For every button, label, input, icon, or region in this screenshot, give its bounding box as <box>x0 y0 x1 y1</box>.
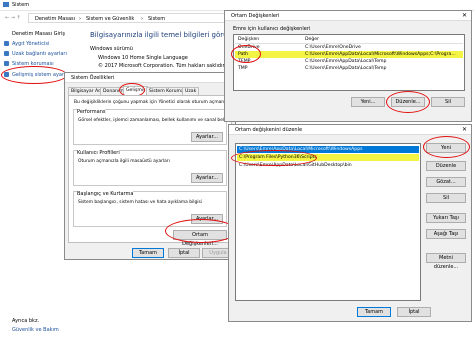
delete-entry-button[interactable]: Sil <box>426 193 466 203</box>
variable-name: TMP <box>238 66 248 71</box>
path-entry: C:\Users\Emre\AppData\Local\Microsoft\Wi… <box>239 147 363 152</box>
sidebar-item-remote-settings[interactable]: Uzak bağlantı ayarları <box>12 51 67 57</box>
new-variable-button[interactable]: Yeni... <box>351 97 385 107</box>
system-window-title: Sistem <box>12 2 30 8</box>
move-down-button[interactable]: Aşağı Taşı <box>426 229 466 239</box>
close-icon[interactable]: ✕ <box>462 11 467 21</box>
user-profiles-title: Kullanıcı Profilleri <box>77 150 120 156</box>
back-arrow-icon[interactable]: ← → ↑ <box>5 15 21 21</box>
variable-name: Path <box>238 52 249 57</box>
cancel-button[interactable]: İptal <box>397 307 431 317</box>
startup-recovery-group: Başlangıç ve Kurtarma Sistem başlangıcı,… <box>73 191 227 227</box>
environment-variables-button[interactable]: Ortam Değişkenleri... <box>173 230 227 247</box>
list-item[interactable]: C:\Users\Emre\AppData\Local\Microsoft\Wi… <box>237 146 419 153</box>
admin-note: Bu değişikliklerin çoğunu yapmak için Yö… <box>74 100 246 105</box>
tab-remote[interactable]: Uzak <box>182 87 200 95</box>
user-variables-label: Emre için kullanıcı değişkenleri <box>233 26 311 32</box>
table-row-path[interactable]: Path C:\Users\Emre\AppData\Local\Microso… <box>235 51 463 58</box>
close-icon[interactable]: ✕ <box>462 125 467 135</box>
sidebar-item-advanced-settings[interactable]: Gelişmiş sistem ayarları <box>12 72 72 78</box>
table-row[interactable]: TEMP C:\Users\Emre\AppData\Local\Temp <box>235 58 463 65</box>
move-up-button[interactable]: Yukarı Taşı <box>426 213 466 223</box>
edit-env-variable-dialog: Ortam değişkenini düzenle ✕ C:\Users\Emr… <box>228 124 472 322</box>
path-entries-list[interactable]: C:\Users\Emre\AppData\Local\Microsoft\Wi… <box>235 143 421 301</box>
breadcrumb-separator: › <box>141 15 143 22</box>
shield-icon <box>4 51 9 56</box>
tab-advanced[interactable]: Gelişmiş <box>123 86 149 95</box>
user-profiles-group: Kullanıcı Profilleri Oturum açmanızla il… <box>73 150 227 186</box>
environment-variables-dialog: Ortam Değişkenleri ✕ Emre için kullanıcı… <box>224 10 472 122</box>
dialog-title: Ortam değişkenini düzenle <box>235 127 303 133</box>
dialog-title: Ortam Değişkenleri <box>231 13 280 19</box>
performance-desc: Görsel efektler, işlemci zamanlaması, be… <box>78 118 231 123</box>
performance-title: Performans <box>77 109 106 115</box>
breadcrumb-item[interactable]: Sistem <box>148 16 165 22</box>
ok-button[interactable]: Tamam <box>132 248 164 258</box>
user-profiles-settings-button[interactable]: Ayarlar... <box>191 173 223 183</box>
list-header: Değişken Değer <box>235 36 463 44</box>
user-profiles-desc: Oturum açmanızla ilgili masaüstü ayarlar… <box>78 159 170 164</box>
shield-icon <box>4 41 9 46</box>
startup-recovery-desc: Sistem başlangıcı, sistem hatası ve hata… <box>78 200 203 205</box>
performance-settings-button[interactable]: Ayarlar... <box>191 132 223 142</box>
table-row[interactable]: OneDrive C:\Users\Emre\OneDrive <box>235 44 463 51</box>
sidebar-item-device-manager[interactable]: Aygıt Yöneticisi <box>12 41 49 47</box>
startup-recovery-title: Başlangıç ve Kurtarma <box>77 191 134 197</box>
variable-value: C:\Users\Emre\OneDrive <box>305 45 361 50</box>
windows-edition-label: Windows sürümü <box>90 46 133 52</box>
edit-text-button[interactable]: Metni düzenle... <box>426 253 466 270</box>
control-panel-home-link[interactable]: Denetim Masası Giriş <box>12 31 65 37</box>
breadcrumb-item[interactable]: Sistem ve Güvenlik <box>86 16 134 22</box>
path-entry: C:\Program Files\Python36\Scripts <box>239 155 317 160</box>
variable-name: OneDrive <box>238 45 260 50</box>
breadcrumb-separator: › <box>79 15 81 22</box>
variable-value: C:\Users\Emre\AppData\Local\Microsoft\Wi… <box>305 52 456 57</box>
table-row[interactable]: TMP C:\Users\Emre\AppData\Local\Temp <box>235 65 463 72</box>
breadcrumb-item[interactable]: Denetim Masası <box>35 16 75 22</box>
list-item[interactable]: C:\Program Files\Python36\Scripts <box>237 154 419 161</box>
variable-value: C:\Users\Emre\AppData\Local\Temp <box>305 59 387 64</box>
dialog-title: Sistem Özellikleri <box>71 75 115 81</box>
env-titlebar: Ortam Değişkenleri ✕ <box>225 11 471 21</box>
windows-edition-value: Windows 10 Home Single Language <box>98 55 188 61</box>
variable-name: TEMP <box>238 59 251 64</box>
performance-group: Performans Görsel efektler, işlemci zama… <box>73 109 231 145</box>
column-variable[interactable]: Değişken <box>238 36 259 43</box>
system-properties-dialog: Sistem Özellikleri Bilgisayar Adı Donanı… <box>64 72 245 260</box>
browse-button[interactable]: Gözat... <box>426 177 466 187</box>
new-entry-button[interactable]: Yeni <box>426 143 466 153</box>
startup-recovery-settings-button[interactable]: Ayarlar... <box>191 214 223 224</box>
list-item[interactable]: C:\Users\Emre\AppData\Local\GitHubDeskto… <box>237 162 419 169</box>
system-window-icon <box>3 2 9 7</box>
cancel-button[interactable]: İptal <box>168 248 200 258</box>
ok-button[interactable]: Tamam <box>357 307 391 317</box>
system-properties-titlebar: Sistem Özellikleri <box>65 73 235 83</box>
address-bar[interactable]: ← → ↑ Denetim Masası › Sistem ve Güvenli… <box>5 13 228 23</box>
shield-icon <box>4 61 9 66</box>
user-variables-list[interactable]: Değişken Değer OneDrive C:\Users\Emre\On… <box>233 34 465 91</box>
path-entry: C:\Users\Emre\AppData\Local\GitHubDeskto… <box>239 163 352 168</box>
delete-variable-button[interactable]: Sil <box>431 97 465 107</box>
column-value[interactable]: Değer <box>305 36 319 43</box>
security-maintenance-link[interactable]: Güvenlik ve Bakım <box>12 327 59 333</box>
copyright-text: © 2017 Microsoft Corporation. Tüm haklar… <box>98 63 226 69</box>
edit-titlebar: Ortam değişkenini düzenle ✕ <box>229 125 471 135</box>
see-also-label: Ayrıca bkz. <box>12 318 40 324</box>
sidebar-item-system-protection[interactable]: Sistem koruması <box>12 61 54 67</box>
shield-icon <box>4 72 9 77</box>
variable-value: C:\Users\Emre\AppData\Local\Temp <box>305 66 387 71</box>
edit-variable-button[interactable]: Düzenle... <box>391 97 425 107</box>
tab-panel: Bu değişikliklerin çoğunu yapmak için Yö… <box>68 95 245 247</box>
edit-entry-button[interactable]: Düzenle <box>426 161 466 171</box>
